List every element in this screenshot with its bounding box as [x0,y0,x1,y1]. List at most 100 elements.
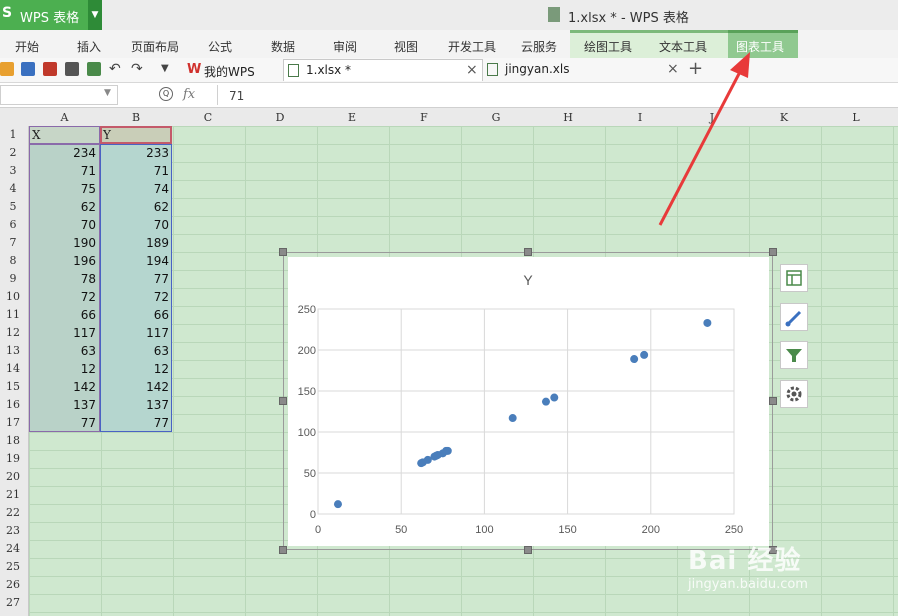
column-header-a[interactable]: A [29,111,100,124]
row-header-19[interactable]: 19 [0,452,26,465]
row-header-2[interactable]: 2 [0,146,26,159]
cell-a9[interactable]: 78 [29,272,96,286]
cell-a8[interactable]: 196 [29,254,96,268]
cell-b13[interactable]: 63 [100,344,169,358]
row-header-15[interactable]: 15 [0,380,26,393]
row-header-6[interactable]: 6 [0,218,26,231]
cell-b4[interactable]: 74 [100,182,169,196]
row-header-9[interactable]: 9 [0,272,26,285]
app-menu-dropdown-icon[interactable]: ▼ [88,0,102,30]
cell-B1[interactable]: Y [100,126,172,144]
cell-a11[interactable]: 66 [29,308,96,322]
chart-filter-button[interactable] [780,341,808,369]
name-box-dropdown-icon[interactable]: ▼ [104,88,111,98]
print-icon[interactable] [65,62,79,76]
cell-b12[interactable]: 117 [100,326,169,340]
insert-function-icon[interactable]: fx [183,87,195,102]
column-header-d[interactable]: D [244,111,316,124]
tab-home[interactable]: 开始 [15,38,39,55]
cell-a3[interactable]: 71 [29,164,96,178]
zoom-icon[interactable]: Q [159,87,173,101]
cell-a12[interactable]: 117 [29,326,96,340]
cell-b11[interactable]: 66 [100,308,169,322]
resize-handle[interactable] [524,248,532,256]
row-header-27[interactable]: 27 [0,596,26,609]
cell-b2[interactable]: 233 [100,146,169,160]
column-header-c[interactable]: C [172,111,244,124]
cell-A1[interactable]: X [29,126,100,144]
cell-b14[interactable]: 12 [100,362,169,376]
tab-insert[interactable]: 插入 [77,38,101,55]
close-tab-icon[interactable]: × [466,62,478,78]
print-preview-icon[interactable] [87,62,101,76]
formula-input[interactable] [217,85,898,105]
resize-handle[interactable] [279,397,287,405]
column-header-l[interactable]: L [820,111,892,124]
row-header-16[interactable]: 16 [0,398,26,411]
row-header-25[interactable]: 25 [0,560,26,573]
row-header-13[interactable]: 13 [0,344,26,357]
cell-b8[interactable]: 194 [100,254,169,268]
row-header-5[interactable]: 5 [0,200,26,213]
row-header-1[interactable]: 1 [0,128,26,141]
app-menu-button[interactable]: S WPS 表格 ▼ [0,0,102,30]
row-header-20[interactable]: 20 [0,470,26,483]
doc-tab-my-wps[interactable]: W 我的WPS [182,59,282,81]
tab-cloud[interactable]: 云服务 [521,38,557,55]
cell-b7[interactable]: 189 [100,236,169,250]
row-header-12[interactable]: 12 [0,326,26,339]
cell-b15[interactable]: 142 [100,380,169,394]
cell-b9[interactable]: 77 [100,272,169,286]
tab-data[interactable]: 数据 [271,38,295,55]
row-header-21[interactable]: 21 [0,488,26,501]
row-header-26[interactable]: 26 [0,578,26,591]
cell-b16[interactable]: 137 [100,398,169,412]
row-header-14[interactable]: 14 [0,362,26,375]
column-header-h[interactable]: H [532,111,604,124]
cell-a17[interactable]: 77 [29,416,96,430]
cell-b10[interactable]: 72 [100,290,169,304]
tab-formulas[interactable]: 公式 [208,38,232,55]
export-pdf-icon[interactable] [43,62,57,76]
row-header-8[interactable]: 8 [0,254,26,267]
undo-icon[interactable]: ↶ [109,62,123,76]
cell-a13[interactable]: 63 [29,344,96,358]
resize-handle[interactable] [279,248,287,256]
save-icon[interactable] [21,62,35,76]
cell-a6[interactable]: 70 [29,218,96,232]
cell-a4[interactable]: 75 [29,182,96,196]
row-header-3[interactable]: 3 [0,164,26,177]
column-header-e[interactable]: E [316,111,388,124]
cell-a2[interactable]: 234 [29,146,96,160]
row-header-24[interactable]: 24 [0,542,26,555]
open-folder-icon[interactable] [0,62,14,76]
redo-icon[interactable]: ↷ [131,62,145,76]
cell-a14[interactable]: 12 [29,362,96,376]
cell-a15[interactable]: 142 [29,380,96,394]
scatter-chart[interactable]: 0 50 100 150 200 250 0 50 100 150 200 250 Y [288,257,769,546]
resize-handle[interactable] [769,397,777,405]
chart-settings-button[interactable] [780,380,808,408]
column-header-f[interactable]: F [388,111,460,124]
resize-handle[interactable] [524,546,532,554]
row-header-4[interactable]: 4 [0,182,26,195]
chart-elements-button[interactable] [780,264,808,292]
column-header-g[interactable]: G [460,111,532,124]
tab-review[interactable]: 审阅 [333,38,357,55]
name-box[interactable] [0,85,118,105]
row-header-18[interactable]: 18 [0,434,26,447]
cell-a7[interactable]: 190 [29,236,96,250]
resize-handle[interactable] [769,248,777,256]
tab-drawing-tools[interactable]: 绘图工具 [584,38,632,55]
tab-page-layout[interactable]: 页面布局 [131,38,179,55]
row-header-7[interactable]: 7 [0,236,26,249]
tab-view[interactable]: 视图 [394,38,418,55]
cell-b6[interactable]: 70 [100,218,169,232]
chart-style-button[interactable] [780,303,808,331]
cell-a10[interactable]: 72 [29,290,96,304]
row-header-17[interactable]: 17 [0,416,26,429]
cell-a5[interactable]: 62 [29,200,96,214]
tab-developer[interactable]: 开发工具 [448,38,496,55]
cell-a16[interactable]: 137 [29,398,96,412]
cell-b17[interactable]: 77 [100,416,169,430]
